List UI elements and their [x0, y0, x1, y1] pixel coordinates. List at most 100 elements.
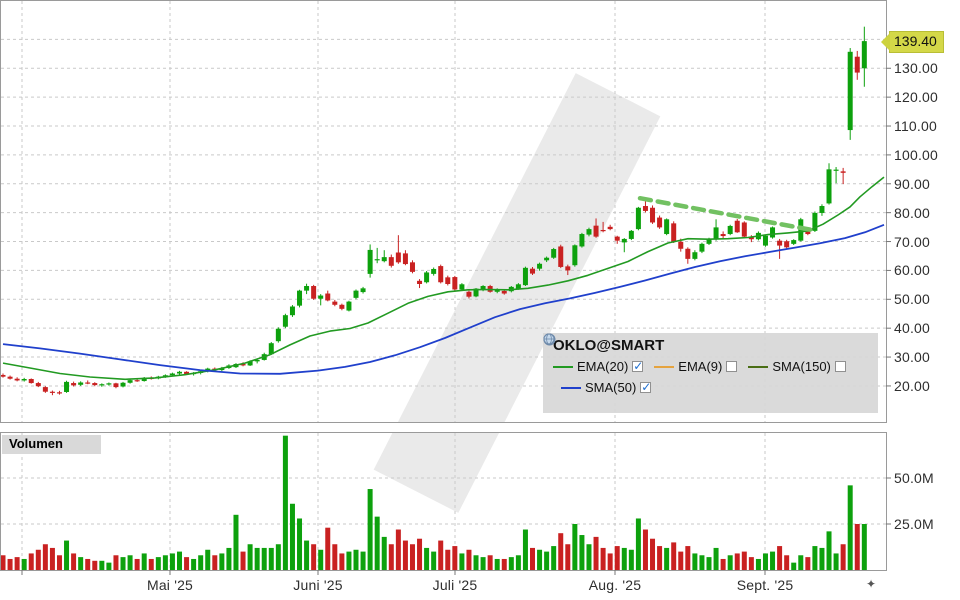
- volume-bar: [248, 544, 253, 570]
- volume-bar: [368, 489, 373, 570]
- price-axis-label: 40.00: [894, 320, 930, 336]
- candle: [502, 291, 507, 294]
- candle: [650, 208, 655, 223]
- volume-bar: [276, 544, 281, 570]
- candle: [572, 245, 577, 265]
- volume-bar: [149, 559, 154, 570]
- volume-bar: [707, 557, 712, 570]
- volume-bar: [615, 546, 620, 570]
- candle: [770, 227, 775, 237]
- volume-bar: [396, 530, 401, 570]
- volume-axis-label: 50.0M: [894, 470, 934, 486]
- month-axis-label: Juli '25: [433, 577, 478, 593]
- volume-bar: [78, 557, 83, 570]
- volume-bar: [29, 553, 34, 570]
- candle: [135, 380, 140, 381]
- volume-bar: [43, 544, 48, 570]
- volume-bar: [318, 550, 323, 570]
- volume-bar: [262, 548, 267, 570]
- candle: [586, 229, 591, 234]
- globe-icon[interactable]: [543, 333, 555, 345]
- candle: [346, 302, 351, 311]
- price-axis-label: 130.00: [894, 60, 938, 76]
- candle: [431, 269, 436, 274]
- candle: [544, 258, 549, 261]
- candle: [714, 227, 719, 239]
- candle: [8, 377, 13, 379]
- price-axis-label: 30.00: [894, 349, 930, 365]
- volume-bar: [255, 548, 260, 570]
- volume-bar: [481, 557, 486, 570]
- candle: [85, 382, 90, 383]
- candle: [664, 219, 669, 234]
- watermark-slash: [374, 73, 661, 513]
- candle: [290, 307, 295, 316]
- volume-bar: [424, 548, 429, 570]
- candle: [424, 272, 429, 282]
- candle: [594, 226, 599, 237]
- candle: [29, 379, 34, 383]
- volume-bar: [728, 555, 733, 570]
- candle: [735, 221, 740, 233]
- volume-bar: [403, 541, 408, 570]
- volume-bar: [805, 557, 810, 570]
- volume-bar: [749, 557, 754, 570]
- volume-bar: [643, 530, 648, 570]
- price-axis-label: 60.00: [894, 262, 930, 278]
- volume-bar: [502, 559, 507, 570]
- candle: [403, 253, 408, 264]
- candle: [304, 286, 309, 291]
- legend-item-ema20: EMA(20): [553, 359, 643, 374]
- chart-canvas[interactable]: [0, 0, 960, 600]
- volume-bar: [219, 553, 224, 570]
- cursor-marker-icon: ✦: [866, 577, 876, 591]
- volume-bar: [99, 561, 104, 570]
- candle: [325, 294, 330, 301]
- month-axis-label: Mai '25: [147, 577, 193, 593]
- candle: [410, 262, 415, 272]
- candle: [777, 241, 782, 246]
- volume-bar: [205, 550, 210, 570]
- volume-bar: [855, 524, 860, 570]
- ema20-line-swatch: [553, 366, 573, 368]
- candle: [170, 374, 175, 376]
- volume-bar: [113, 555, 118, 570]
- candle: [685, 249, 690, 259]
- candle: [784, 241, 789, 247]
- volume-bar: [177, 552, 182, 570]
- sma150-visibility-checkbox[interactable]: [835, 361, 846, 372]
- volume-bar: [622, 548, 627, 570]
- candle: [92, 383, 97, 385]
- candle: [1, 375, 6, 377]
- candle: [177, 372, 182, 374]
- volume-bar: [551, 546, 556, 570]
- candle: [71, 383, 76, 385]
- volume-bar: [92, 561, 97, 570]
- ema9-visibility-checkbox[interactable]: [726, 361, 737, 372]
- volume-panel-title: Volumen: [2, 435, 101, 454]
- volume-bar: [742, 552, 747, 570]
- indicator-legend: OKLO@SMART EMA(20) EMA(9): [543, 333, 878, 413]
- candle: [283, 315, 288, 327]
- volume-bar: [671, 542, 676, 570]
- volume-bar: [290, 504, 295, 570]
- volume-bar: [382, 537, 387, 570]
- ema20-visibility-checkbox[interactable]: [632, 361, 643, 372]
- candle: [50, 392, 55, 393]
- volume-bar: [544, 552, 549, 570]
- volume-bar: [819, 548, 824, 570]
- candle: [516, 284, 521, 288]
- candle: [629, 231, 634, 239]
- volume-bar: [361, 552, 366, 570]
- sma50-visibility-checkbox[interactable]: [640, 382, 651, 393]
- candle: [297, 291, 302, 306]
- price-axis-label: 100.00: [894, 147, 938, 163]
- candle: [375, 259, 380, 260]
- volume-bar: [64, 541, 69, 570]
- volume-bar: [721, 559, 726, 570]
- candle: [57, 392, 62, 393]
- candle: [841, 171, 846, 172]
- candle: [361, 288, 366, 292]
- volume-bar: [594, 537, 599, 570]
- legend-item-ema9: EMA(9): [654, 359, 737, 374]
